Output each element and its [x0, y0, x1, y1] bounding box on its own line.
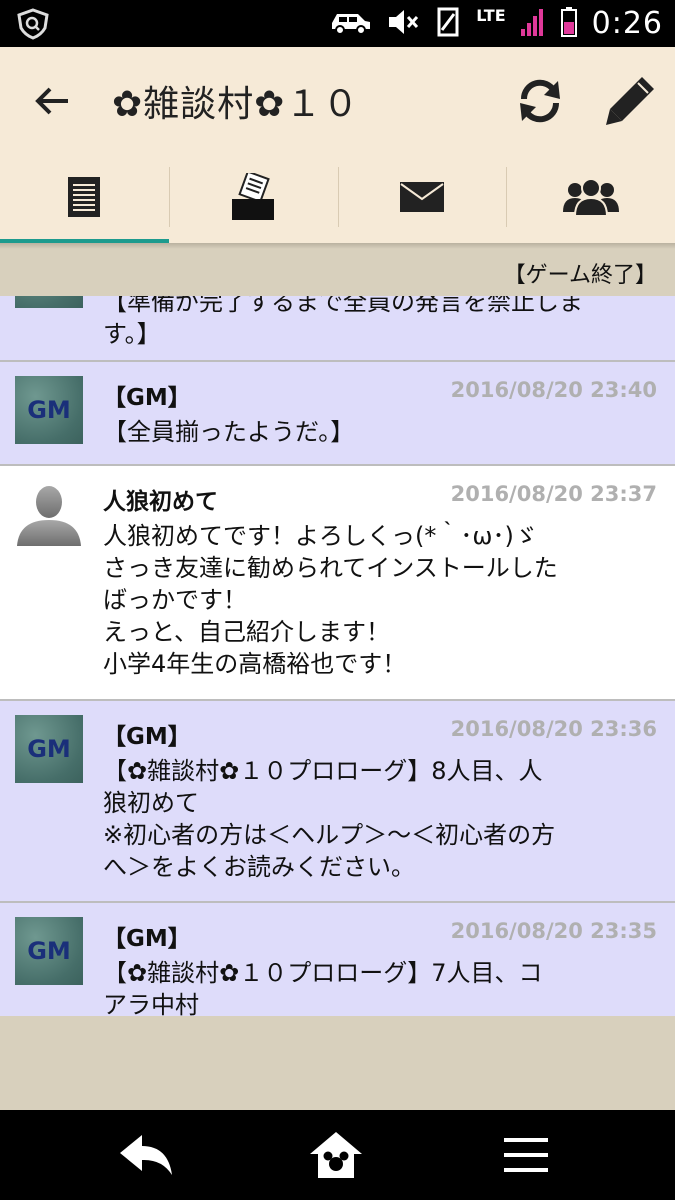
- message-item: 人狼初めて 2016/08/20 23:37 人狼初めてです！よろしくっ(*｀･…: [0, 466, 675, 701]
- tab-bar: [0, 155, 675, 243]
- message-timestamp: 2016/08/20 23:36: [450, 717, 657, 741]
- back-arrow-icon[interactable]: [28, 77, 76, 125]
- message-feed[interactable]: 【準備が完了するまで全員の発言を禁止しま す。】 GM 【GM】 2016/08…: [0, 296, 675, 1016]
- battery-icon: [560, 6, 578, 42]
- vibrate-icon: [434, 6, 462, 42]
- home-nav-icon[interactable]: [308, 1130, 364, 1180]
- game-status-bar: 【ゲーム終了】: [0, 249, 675, 294]
- page-title: ✿雑談村✿１０: [112, 84, 360, 125]
- message-item: GM 【GM】 2016/08/20 23:40 【全員揃ったようだ。】: [0, 362, 675, 466]
- refresh-icon[interactable]: [514, 75, 566, 127]
- pencil-icon[interactable]: [602, 71, 660, 129]
- message-timestamp: 2016/08/20 23:40: [450, 378, 657, 402]
- system-nav-bar: [0, 1110, 675, 1200]
- group-icon: [562, 178, 619, 220]
- signal-icon: [520, 7, 546, 41]
- message-body: 【✿雑談村✿１０プロローグ】8人目、人 狼初めて ※初心者の方は＜ヘルプ＞～＜初…: [103, 757, 556, 881]
- message-timestamp: 2016/08/20 23:35: [450, 919, 657, 943]
- message-author: 【GM】: [103, 926, 191, 952]
- message-author: 【GM】: [103, 724, 191, 750]
- shield-search-icon: [16, 8, 50, 40]
- gm-avatar[interactable]: GM: [15, 715, 83, 783]
- status-bar: LTE 0:26: [0, 0, 675, 47]
- tab-log[interactable]: [0, 155, 169, 243]
- message-item: GM 【GM】 2016/08/20 23:35 【✿雑談村✿１０プロローグ】7…: [0, 903, 675, 1016]
- message-body: 【準備が完了するまで全員の発言を禁止しま す。】: [103, 296, 583, 348]
- message-timestamp: 2016/08/20 23:37: [450, 482, 657, 506]
- message-item: 【準備が完了するまで全員の発言を禁止しま す。】: [0, 296, 675, 362]
- tab-vote[interactable]: [168, 155, 338, 243]
- message-body: 人狼初めてです！よろしくっ(*｀･ω･)ゞ さっき友達に勧められてインストールし…: [103, 522, 558, 678]
- network-type: LTE: [476, 5, 506, 25]
- menu-nav-icon[interactable]: [498, 1130, 554, 1180]
- gm-avatar: [15, 296, 83, 308]
- message-author: 【GM】: [103, 385, 191, 411]
- message-body: 【✿雑談村✿１０プロローグ】7人目、コ アラ中村: [103, 959, 543, 1016]
- message-author: 人狼初めて: [103, 489, 218, 515]
- mute-icon: [386, 7, 420, 41]
- default-user-avatar-icon[interactable]: [15, 480, 83, 548]
- car-icon: [328, 9, 372, 39]
- list-icon: [67, 176, 101, 222]
- back-nav-icon[interactable]: [118, 1130, 174, 1180]
- envelope-icon: [399, 181, 445, 217]
- gm-avatar[interactable]: GM: [15, 917, 83, 985]
- ballot-box-icon: [229, 170, 277, 225]
- message-item: GM 【GM】 2016/08/20 23:36 【✿雑談村✿１０プロローグ】8…: [0, 701, 675, 903]
- clock: 0:26: [591, 6, 663, 41]
- game-status-label: 【ゲーム終了】: [503, 263, 657, 288]
- gm-avatar[interactable]: GM: [15, 376, 83, 444]
- app-bar: ✿雑談村✿１０: [0, 47, 675, 155]
- message-body: 【全員揃ったようだ。】: [103, 418, 355, 446]
- tab-messages[interactable]: [337, 155, 507, 243]
- tab-members[interactable]: [506, 155, 675, 243]
